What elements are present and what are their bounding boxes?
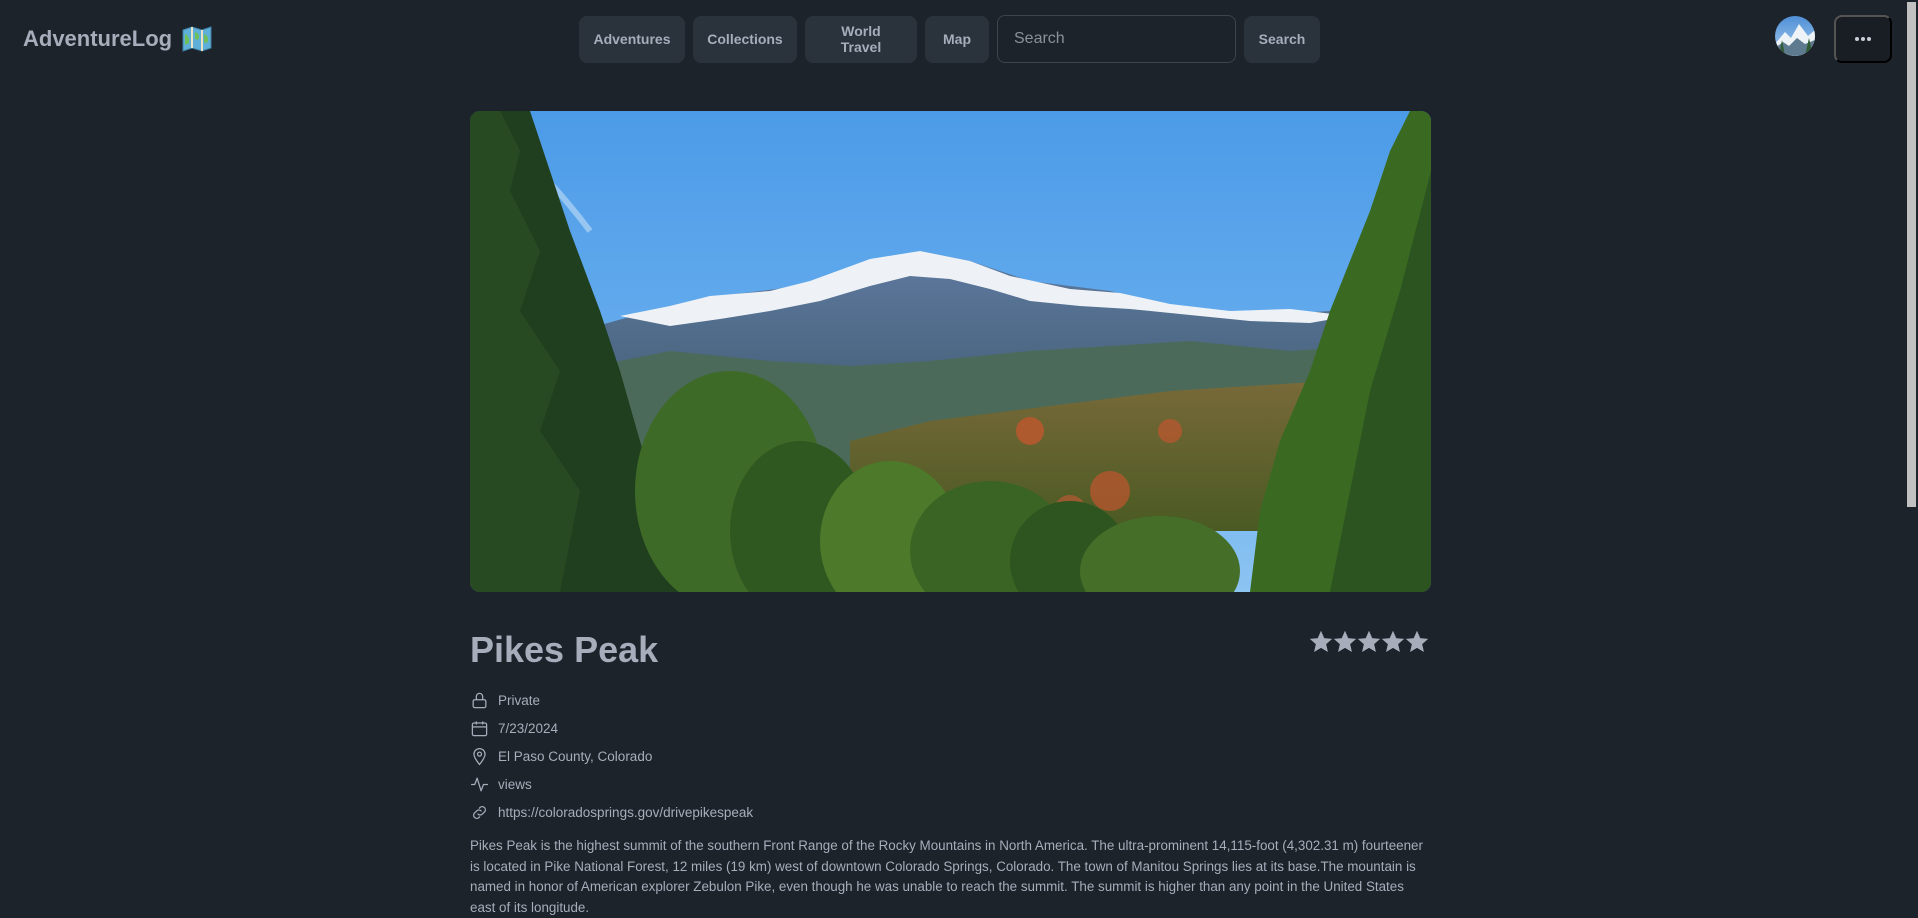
calendar-icon (471, 720, 488, 736)
activity-text: views (498, 776, 532, 792)
link-row: https://coloradosprings.gov/drivepikespe… (470, 798, 753, 826)
avatar[interactable] (1775, 16, 1815, 56)
brand-name: AdventureLog (23, 26, 173, 51)
map-pin-icon (473, 747, 486, 765)
star-icon[interactable] (1309, 630, 1333, 654)
location-row: El Paso County, Colorado (470, 742, 753, 770)
visibility-row: Private (470, 686, 753, 714)
date-row: 7/23/2024 (470, 714, 753, 742)
main-nav: Adventures Collections World Travel Map … (579, 15, 1320, 63)
star-icon[interactable] (1405, 630, 1429, 654)
avatar-image (1775, 16, 1815, 56)
link-icon (473, 805, 486, 819)
nav-collections-button[interactable]: Collections (693, 15, 797, 63)
adventure-link[interactable]: https://coloradosprings.gov/drivepikespe… (498, 805, 753, 820)
nav-adventures-button[interactable]: Adventures (579, 15, 685, 63)
star-icon[interactable] (1357, 630, 1381, 654)
activity-icon (470, 777, 489, 791)
location-text: El Paso County, Colorado (498, 748, 653, 764)
adventure-description: Pikes Peak is the highest summit of the … (470, 838, 1423, 915)
scrollbar-thumb[interactable] (1907, 2, 1916, 507)
star-icon[interactable] (1333, 630, 1357, 654)
adventure-image (470, 111, 1431, 592)
visibility-text: Private (498, 692, 541, 708)
nav-world-travel-button[interactable]: World Travel (805, 15, 917, 63)
activity-row: views (470, 770, 753, 798)
ellipsis-icon (1855, 37, 1871, 41)
search-button[interactable]: Search (1244, 15, 1320, 63)
search-input[interactable] (1014, 30, 1221, 48)
date-text: 7/23/2024 (498, 720, 559, 736)
adventure-details: Private 7/23/2024 El Paso County, Colora… (470, 686, 753, 826)
rating-stars (1309, 630, 1429, 654)
more-menu-button[interactable] (1834, 15, 1892, 63)
search-box (997, 15, 1236, 63)
lock-icon (472, 692, 487, 708)
star-icon[interactable] (1381, 630, 1405, 654)
adventure-title: Pikes Peak (470, 629, 659, 670)
navbar: AdventureLog Adventures Collections Worl… (0, 0, 1905, 78)
page-scrollbar[interactable] (1905, 0, 1918, 914)
nav-map-button[interactable]: Map (925, 15, 989, 63)
brand-link[interactable]: AdventureLog (14, 18, 221, 60)
map-icon (182, 26, 212, 52)
mountain-landscape-image (470, 111, 1431, 592)
